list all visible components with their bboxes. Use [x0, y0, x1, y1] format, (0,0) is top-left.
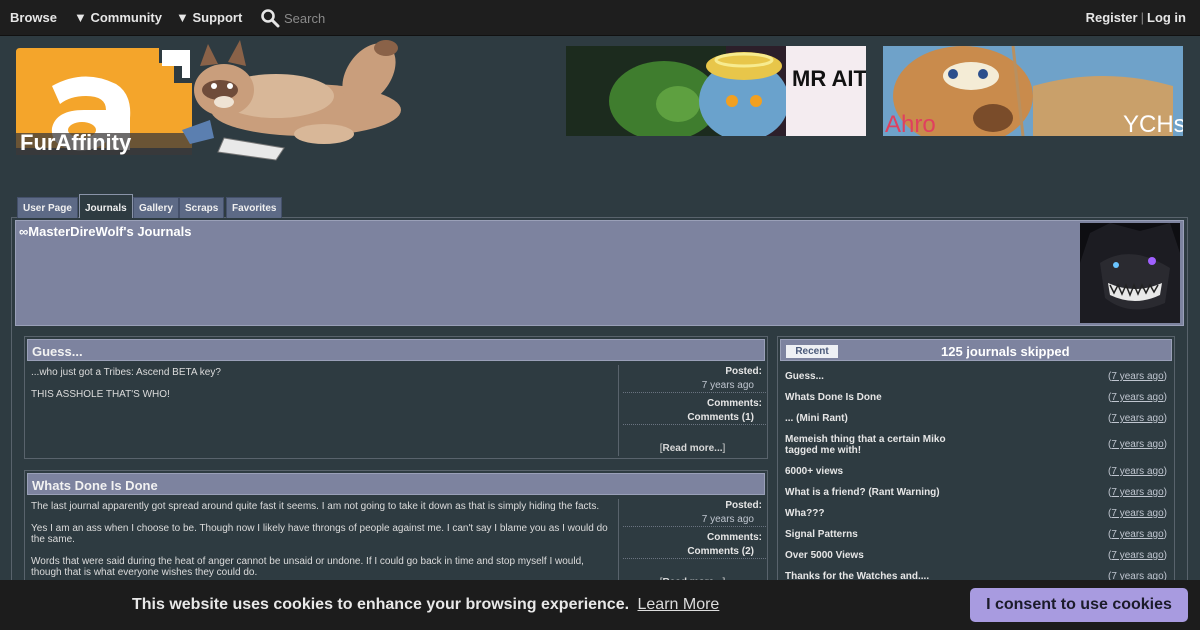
journal-age: (7 years ago)	[1108, 371, 1167, 382]
age-link[interactable]: 7 years ago	[1111, 487, 1163, 498]
journal-age: (7 years ago)	[1108, 413, 1167, 424]
journal-paragraph: Yes I am an ass when I choose to be. Tho…	[31, 523, 608, 545]
journal-age: (7 years ago)	[1108, 508, 1167, 519]
journals-skipped-label: 125 journals skipped	[941, 344, 1070, 359]
journal-entry: Guess... ...who just got a Tribes: Ascen…	[24, 336, 768, 459]
age-link[interactable]: 7 years ago	[1111, 550, 1163, 561]
age-link[interactable]: 7 years ago	[1111, 529, 1163, 540]
posted-label: Posted:	[725, 500, 762, 511]
cookie-consent-button[interactable]: I consent to use cookies	[970, 588, 1188, 622]
journal-age: (7 years ago)	[1108, 550, 1167, 561]
age-link[interactable]: 7 years ago	[1111, 392, 1163, 403]
journal-age: (7 years ago)	[1108, 466, 1167, 477]
account-separator: |	[1140, 10, 1144, 25]
posted-label: Posted:	[725, 366, 762, 377]
cookie-message-wrap: This website uses cookies to enhance you…	[132, 596, 719, 614]
ad-banner-right[interactable]: Ahro YCHs	[883, 46, 1183, 136]
login-link[interactable]: Log in	[1147, 10, 1186, 25]
age-link[interactable]: 7 years ago	[1111, 466, 1163, 477]
journal-link[interactable]: Signal Patterns	[785, 529, 955, 540]
age-paren-close: )	[1163, 466, 1167, 477]
read-more-link[interactable]: Read more...	[662, 443, 722, 454]
nav-community-menu[interactable]: ▼ Community	[74, 10, 162, 25]
posted-value: 7 years ago	[623, 379, 766, 393]
journal-link[interactable]: Whats Done Is Done	[785, 392, 955, 403]
banner-right-text-right: YCHs	[1123, 111, 1183, 136]
recent-tab[interactable]: Recent	[786, 345, 838, 358]
journal-link[interactable]: 6000+ views	[785, 466, 955, 477]
register-link[interactable]: Register	[1086, 10, 1138, 25]
tab-gallery[interactable]: Gallery	[133, 197, 179, 218]
read-more-bracket-close: ]	[722, 443, 726, 454]
account-links: Register | Log in	[1086, 10, 1186, 25]
tab-user-page[interactable]: User Page	[17, 197, 78, 218]
journal-link[interactable]: Over 5000 Views	[785, 550, 955, 561]
age-link[interactable]: 7 years ago	[1111, 439, 1163, 450]
nav-support-menu[interactable]: ▼ Support	[176, 10, 242, 25]
age-paren-close: )	[1163, 529, 1167, 540]
age-link[interactable]: 7 years ago	[1111, 371, 1163, 382]
search-box	[260, 8, 460, 28]
journal-link[interactable]: Wha???	[785, 508, 955, 519]
sidebar-header: Recent 125 journals skipped	[780, 339, 1172, 361]
journal-age: (7 years ago)	[1108, 392, 1167, 403]
age-paren-close: )	[1163, 508, 1167, 519]
nav-browse[interactable]: Browse	[10, 10, 57, 25]
age-link[interactable]: 7 years ago	[1111, 508, 1163, 519]
comments-label: Comments:	[706, 532, 762, 543]
journal-body: The last journal apparently got spread a…	[31, 501, 615, 589]
site-logo[interactable]: FurAffinity	[14, 38, 424, 163]
age-paren-close: )	[1163, 487, 1167, 498]
tab-favorites[interactable]: Favorites	[226, 197, 283, 218]
cookie-message: This website uses cookies to enhance you…	[132, 596, 630, 613]
profile-header: ∞MasterDireWolf's Journals	[15, 220, 1184, 326]
journal-paragraph: The last journal apparently got spread a…	[31, 501, 600, 512]
comments-link[interactable]: Comments (1)	[623, 411, 766, 425]
posted-value: 7 years ago	[623, 513, 766, 527]
age-paren-close: )	[1163, 413, 1167, 424]
tab-journals[interactable]: Journals	[79, 194, 133, 218]
age-paren-close: )	[1163, 392, 1167, 403]
journal-link[interactable]: Memeish thing that a certain Miko tagged…	[785, 434, 955, 456]
learn-more-link[interactable]: Learn More	[638, 596, 720, 613]
page-title: ∞MasterDireWolf's Journals	[19, 224, 192, 239]
journal-meta: Posted: 7 years ago Comments: Comments (…	[618, 365, 766, 456]
journal-title[interactable]: Guess...	[27, 339, 765, 361]
journal-age: (7 years ago)	[1108, 439, 1167, 450]
journal-paragraph: THIS ASSHOLE THAT'S WHO!	[31, 389, 170, 400]
age-paren-close: )	[1163, 439, 1167, 450]
journal-link[interactable]: What is a friend? (Rant Warning)	[785, 487, 1025, 498]
journal-link[interactable]: Guess...	[785, 371, 955, 382]
journal-link[interactable]: ... (Mini Rant)	[785, 413, 955, 424]
journal-title[interactable]: Whats Done Is Done	[27, 473, 765, 495]
search-input[interactable]	[284, 8, 454, 28]
ad-banner-left[interactable]: MR AIT	[566, 46, 866, 136]
age-paren-close: )	[1163, 371, 1167, 382]
age-link[interactable]: 7 years ago	[1111, 413, 1163, 424]
avatar[interactable]	[1080, 223, 1180, 323]
tab-scraps[interactable]: Scraps	[179, 197, 225, 218]
journal-paragraph: ...who just got a Tribes: Ascend BETA ke…	[31, 367, 221, 378]
journal-age: (7 years ago)	[1108, 487, 1167, 498]
comments-link[interactable]: Comments (2)	[623, 545, 766, 559]
read-more: [Read more...]	[619, 443, 766, 454]
comments-label: Comments:	[706, 398, 762, 409]
top-nav-bar: Browse ▼ Community ▼ Support Register|Lo…	[0, 0, 1200, 36]
journal-age: (7 years ago)	[1108, 529, 1167, 540]
journal-body: ...who just got a Tribes: Ascend BETA ke…	[31, 367, 615, 411]
banner-left-text: MR AIT	[792, 66, 866, 91]
age-paren-close: )	[1163, 550, 1167, 561]
journal-list-sidebar: Recent 125 journals skipped Guess... (7 …	[777, 336, 1175, 606]
banner-right-text-left: Ahro	[885, 111, 936, 136]
search-icon[interactable]	[260, 8, 280, 28]
logo-text: FurAffinity	[20, 130, 132, 155]
journal-paragraph: Words that were said during the heat of …	[31, 556, 584, 578]
